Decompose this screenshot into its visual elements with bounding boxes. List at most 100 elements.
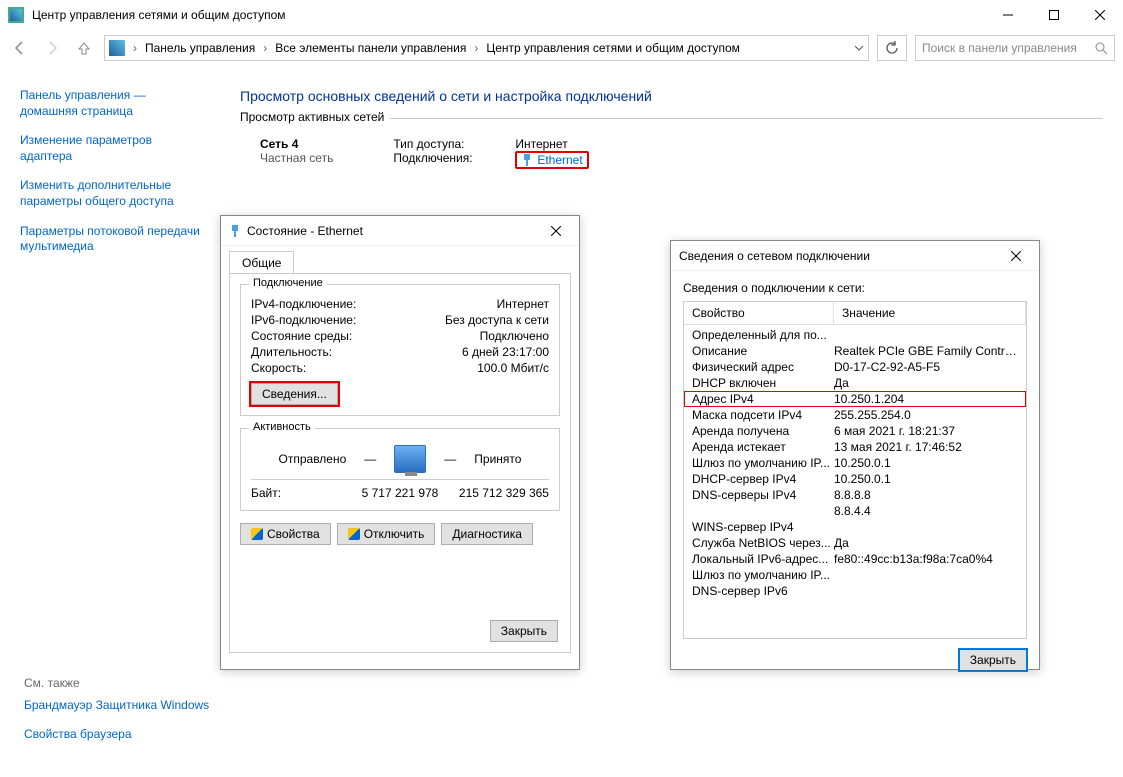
breadcrumb-seg-1[interactable]: Все элементы панели управления: [271, 41, 470, 55]
details-prop: DHCP включен: [692, 376, 834, 390]
details-prop: DHCP-сервер IPv4: [692, 472, 834, 486]
details-val: [834, 568, 1018, 582]
details-row[interactable]: Маска подсети IPv4255.255.254.0: [684, 407, 1026, 423]
col-header-property[interactable]: Свойство: [684, 302, 834, 324]
details-val: 8.8.4.4: [834, 504, 1018, 518]
details-row[interactable]: Определенный для по...: [684, 327, 1026, 343]
details-val: Да: [834, 536, 1018, 550]
details-row[interactable]: Аренда получена6 мая 2021 г. 18:21:37: [684, 423, 1026, 439]
speed-value: 100.0 Мбит/с: [477, 361, 549, 375]
details-row[interactable]: DNS-сервер IPv6: [684, 583, 1026, 599]
breadcrumb-seg-2[interactable]: Центр управления сетями и общим доступом: [482, 41, 744, 55]
search-box[interactable]: [915, 35, 1115, 61]
bytes-recv: 215 712 329 365: [451, 486, 549, 500]
duration-value: 6 дней 23:17:00: [462, 345, 549, 359]
sidebar-link-sharing[interactable]: Изменить дополнительные параметры общего…: [20, 178, 200, 209]
details-row[interactable]: Аренда истекает13 мая 2021 г. 17:46:52: [684, 439, 1026, 455]
breadcrumb-seg-0[interactable]: Панель управления: [141, 41, 259, 55]
details-row[interactable]: DNS-серверы IPv48.8.8.8: [684, 487, 1026, 503]
details-row[interactable]: DHCP-сервер IPv410.250.0.1: [684, 471, 1026, 487]
details-val: [834, 328, 1018, 342]
details-val: Realtek PCIe GBE Family Controller: [834, 344, 1018, 358]
access-label: Тип доступа:: [393, 137, 503, 151]
computer-icon: [394, 445, 426, 473]
sidebar-home-link[interactable]: Панель управления — домашняя страница: [20, 88, 200, 119]
refresh-button[interactable]: [877, 35, 907, 61]
details-row[interactable]: Служба NetBIOS через...Да: [684, 535, 1026, 551]
details-label: Сведения о подключении к сети:: [683, 281, 1027, 295]
details-row[interactable]: Адрес IPv410.250.1.204: [684, 391, 1026, 407]
sidebar-link-adapter[interactable]: Изменение параметров адаптера: [20, 133, 200, 164]
up-button[interactable]: [72, 36, 96, 60]
disable-button[interactable]: Отключить: [337, 523, 436, 545]
status-close-button[interactable]: Закрыть: [490, 620, 558, 642]
status-dialog-title: Состояние - Ethernet: [247, 224, 363, 238]
ethernet-link-box: Ethernet: [515, 151, 588, 169]
details-val: [834, 584, 1018, 598]
details-prop: Шлюз по умолчанию IP...: [692, 568, 834, 582]
ethernet-status-dialog: Состояние - Ethernet Общие Подключение I…: [220, 215, 580, 670]
details-button[interactable]: Сведения...: [251, 383, 338, 405]
forward-button[interactable]: [40, 36, 64, 60]
network-name: Сеть 4: [260, 137, 333, 151]
connections-label: Подключения:: [393, 151, 503, 169]
details-row[interactable]: Локальный IPv6-адрес...fe80::49cc:b13a:f…: [684, 551, 1026, 567]
properties-button[interactable]: Свойства: [240, 523, 331, 545]
details-val: [834, 520, 1018, 534]
details-row[interactable]: 8.8.4.4: [684, 503, 1026, 519]
details-prop: Определенный для по...: [692, 328, 834, 342]
back-button[interactable]: [8, 36, 32, 60]
connection-legend: Подключение: [249, 277, 327, 289]
see-also-firewall[interactable]: Брандмауэр Защитника Windows: [24, 698, 209, 714]
activity-legend: Активность: [249, 421, 315, 433]
status-close-x[interactable]: [541, 216, 571, 246]
sidebar-link-streaming[interactable]: Параметры потоковой передачи мультимедиа: [20, 224, 200, 255]
see-also-heading: См. также: [24, 676, 209, 690]
minimize-button[interactable]: [985, 0, 1031, 30]
duration-label: Длительность:: [251, 345, 332, 359]
ipv4-value: Интернет: [497, 297, 549, 311]
ethernet-icon: [521, 154, 533, 166]
search-input[interactable]: [922, 41, 1095, 55]
details-prop: Описание: [692, 344, 834, 358]
details-row[interactable]: ОписаниеRealtek PCIe GBE Family Controll…: [684, 343, 1026, 359]
details-val: 8.8.8.8: [834, 488, 1018, 502]
addr-app-icon: [109, 40, 125, 56]
details-close-button[interactable]: Закрыть: [959, 649, 1027, 671]
details-row[interactable]: DHCP включенДа: [684, 375, 1026, 391]
tab-general[interactable]: Общие: [229, 251, 294, 274]
details-row[interactable]: Физический адресD0-17-C2-92-A5-F5: [684, 359, 1026, 375]
details-prop: Аренда истекает: [692, 440, 834, 454]
ipv4-label: IPv4-подключение:: [251, 297, 356, 311]
search-icon: [1095, 42, 1108, 55]
chevron-down-icon[interactable]: [854, 43, 864, 53]
details-prop: Служба NetBIOS через...: [692, 536, 834, 550]
diagnostics-button[interactable]: Диагностика: [441, 523, 533, 545]
bytes-label: Байт:: [251, 486, 349, 500]
address-bar[interactable]: › Панель управления › Все элементы панел…: [104, 35, 869, 61]
details-row[interactable]: Шлюз по умолчанию IP...10.250.0.1: [684, 455, 1026, 471]
details-row[interactable]: WINS-сервер IPv4: [684, 519, 1026, 535]
network-type: Частная сеть: [260, 151, 333, 165]
details-close-x[interactable]: [1001, 241, 1031, 271]
details-val: 13 мая 2021 г. 17:46:52: [834, 440, 1018, 454]
details-prop: Маска подсети IPv4: [692, 408, 834, 422]
details-val: D0-17-C2-92-A5-F5: [834, 360, 1018, 374]
details-val: 10.250.0.1: [834, 456, 1018, 470]
active-networks-legend: Просмотр активных сетей: [240, 110, 390, 124]
details-table: Свойство Значение Определенный для по...…: [683, 301, 1027, 639]
details-prop: Физический адрес: [692, 360, 834, 374]
state-label: Состояние среды:: [251, 329, 352, 343]
state-value: Подключено: [480, 329, 549, 343]
page-title: Просмотр основных сведений о сети и наст…: [240, 88, 1103, 104]
maximize-button[interactable]: [1031, 0, 1077, 30]
ethernet-link[interactable]: Ethernet: [537, 153, 582, 167]
details-dialog-title: Сведения о сетевом подключении: [679, 249, 870, 263]
close-button[interactable]: [1077, 0, 1123, 30]
details-prop: Локальный IPv6-адрес...: [692, 552, 834, 566]
see-also-browser[interactable]: Свойства браузера: [24, 727, 209, 743]
sent-label: Отправлено: [279, 452, 347, 466]
window-title: Центр управления сетями и общим доступом: [32, 8, 286, 22]
details-row[interactable]: Шлюз по умолчанию IP...: [684, 567, 1026, 583]
col-header-value[interactable]: Значение: [834, 302, 1026, 324]
